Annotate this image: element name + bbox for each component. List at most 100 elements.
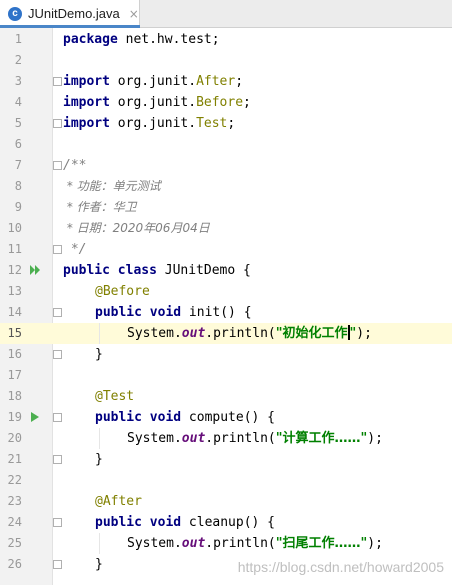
fold-marker-icon[interactable] bbox=[53, 77, 62, 86]
line-number: 10 bbox=[7, 221, 22, 235]
line-number: 19 bbox=[7, 410, 22, 424]
code-line: 21 } bbox=[0, 449, 452, 470]
closing-brace: } bbox=[95, 347, 103, 362]
line-number: 9 bbox=[14, 200, 22, 214]
fold-marker-icon[interactable] bbox=[53, 161, 62, 170]
doc-comment-open: /** bbox=[63, 158, 87, 173]
annotation: @Before bbox=[95, 284, 150, 299]
keyword: package bbox=[63, 32, 118, 47]
line-number: 17 bbox=[7, 368, 22, 382]
line-number: 3 bbox=[14, 74, 22, 88]
code-line: 14 public void init() { bbox=[0, 302, 452, 323]
tab-junitdemo-java[interactable]: c JUnitDemo.java × bbox=[0, 0, 140, 28]
keyword: import bbox=[63, 116, 110, 131]
line-number: 15 bbox=[7, 326, 22, 340]
code-line: 1 package net.hw.test; bbox=[0, 29, 452, 50]
fold-marker-icon[interactable] bbox=[53, 413, 62, 422]
keyword: import bbox=[63, 95, 110, 110]
static-field: out bbox=[181, 536, 206, 551]
import-path: org.junit. bbox=[109, 95, 197, 110]
line-number: 12 bbox=[7, 263, 22, 277]
code-line: 6 bbox=[0, 134, 452, 155]
java-class-icon: c bbox=[8, 6, 22, 21]
code-line: 22 bbox=[0, 470, 452, 491]
method-call: .println( bbox=[205, 536, 276, 551]
indent-guide bbox=[99, 533, 100, 554]
line-number: 7 bbox=[14, 158, 22, 172]
close-icon[interactable]: × bbox=[129, 7, 139, 21]
line-number: 26 bbox=[7, 557, 22, 571]
code-line: 5 import org.junit.Test; bbox=[0, 113, 452, 134]
system-ref: System. bbox=[127, 326, 182, 341]
line-number: 13 bbox=[7, 284, 22, 298]
string-literal: "初始化工作 bbox=[275, 326, 348, 341]
static-field: out bbox=[181, 326, 206, 341]
semicolon: ; bbox=[227, 116, 236, 131]
keyword: public class bbox=[63, 263, 157, 278]
double-play-icon[interactable] bbox=[29, 264, 41, 276]
code-line: 7 /** bbox=[0, 155, 452, 176]
fold-marker-icon[interactable] bbox=[53, 350, 62, 359]
fold-marker-icon[interactable] bbox=[53, 245, 62, 254]
line-number: 18 bbox=[7, 389, 22, 403]
line-number: 1 bbox=[14, 32, 22, 46]
code-line: 18 @Test bbox=[0, 386, 452, 407]
watermark: https://blog.csdn.net/howard2005 bbox=[237, 559, 444, 575]
fold-marker-icon[interactable] bbox=[53, 119, 62, 128]
method-call: .println( bbox=[205, 431, 276, 446]
line-number: 23 bbox=[7, 494, 22, 508]
keyword: public void bbox=[95, 515, 182, 530]
fold-marker-icon[interactable] bbox=[53, 560, 62, 569]
import-path: org.junit. bbox=[109, 74, 197, 89]
system-ref: System. bbox=[127, 536, 182, 551]
method-call: .println( bbox=[205, 326, 276, 341]
line-number: 21 bbox=[7, 452, 22, 466]
line-number: 14 bbox=[7, 305, 22, 319]
closing-brace: } bbox=[95, 452, 103, 467]
code-line: 16 } bbox=[0, 344, 452, 365]
line-number: 22 bbox=[7, 473, 22, 487]
tab-title: JUnitDemo.java bbox=[28, 6, 120, 21]
code-line: 4 import org.junit.Before; bbox=[0, 92, 452, 113]
code-line: 24 public void cleanup() { bbox=[0, 512, 452, 533]
editor-tab-bar: c JUnitDemo.java × bbox=[0, 0, 452, 28]
code-line: 2 bbox=[0, 50, 452, 71]
annotation: @Test bbox=[95, 389, 135, 404]
semicolon: ; bbox=[243, 95, 251, 110]
code-editor[interactable]: 1 package net.hw.test; 2 3 import org.ju… bbox=[0, 28, 452, 585]
static-field: out bbox=[181, 431, 206, 446]
doc-comment-line: * 日期：2020年06月04日 bbox=[63, 221, 210, 235]
method-signature: init() { bbox=[181, 305, 252, 320]
string-literal: "计算工作……" bbox=[275, 431, 368, 446]
string-literal: "扫尾工作……" bbox=[275, 536, 368, 551]
indent-guide bbox=[99, 323, 100, 344]
fold-marker-icon[interactable] bbox=[53, 455, 62, 464]
code-line: 9 * 作者：华卫 bbox=[0, 197, 452, 218]
line-number: 20 bbox=[7, 431, 22, 445]
call-close: ); bbox=[356, 326, 372, 341]
keyword: public void bbox=[95, 305, 182, 320]
package-name: net.hw.test; bbox=[117, 32, 220, 47]
annotation: @After bbox=[95, 494, 142, 509]
doc-comment-close: */ bbox=[63, 242, 87, 257]
code-line: 12 public class JUnitDemo { bbox=[0, 260, 452, 281]
code-line: 17 bbox=[0, 365, 452, 386]
line-number: 6 bbox=[14, 137, 22, 151]
semicolon: ; bbox=[235, 74, 244, 89]
line-number: 5 bbox=[14, 116, 22, 130]
current-code-line: 15 System.out.println("初始化工作 "); bbox=[0, 323, 452, 344]
doc-comment-line: * 作者：华卫 bbox=[63, 200, 137, 214]
play-icon[interactable] bbox=[29, 411, 41, 423]
method-signature: compute() { bbox=[181, 410, 276, 425]
fold-marker-icon[interactable] bbox=[53, 308, 62, 317]
import-class: After bbox=[196, 74, 236, 89]
keyword: import bbox=[63, 74, 110, 89]
keyword: public void bbox=[95, 410, 182, 425]
line-number: 25 bbox=[7, 536, 22, 550]
code-line: 25 System.out.println("扫尾工作……"); bbox=[0, 533, 452, 554]
code-line: 23 @After bbox=[0, 491, 452, 512]
fold-marker-icon[interactable] bbox=[53, 518, 62, 527]
system-ref: System. bbox=[127, 431, 182, 446]
code-line: 3 import org.junit.After; bbox=[0, 71, 452, 92]
doc-comment-line: * 功能：单元测试 bbox=[63, 179, 161, 193]
